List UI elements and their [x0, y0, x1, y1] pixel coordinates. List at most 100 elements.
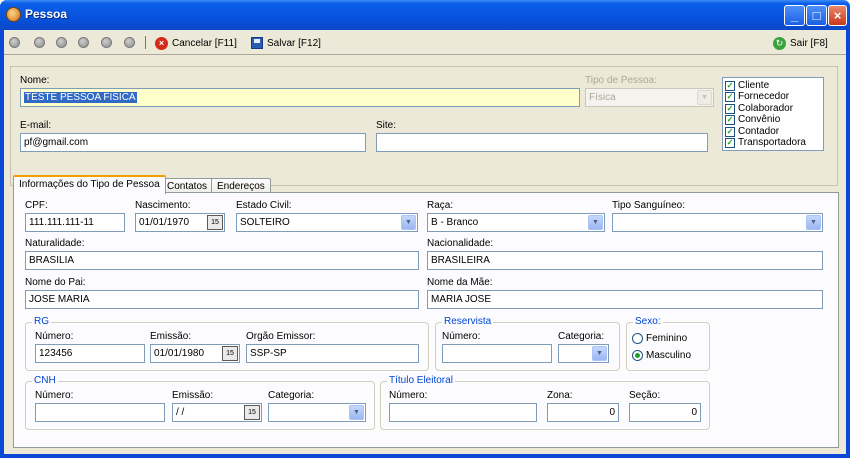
tipo-sanguineo-select[interactable]: ▼ [612, 213, 823, 232]
sexo-masculino-label: Masculino [646, 350, 692, 361]
estado-civil-select[interactable]: SOLTEIRO ▼ [236, 213, 418, 232]
chevron-down-icon: ▼ [401, 215, 416, 230]
role-label: Contador [738, 125, 780, 137]
calendar-icon[interactable]: 15 [222, 346, 238, 361]
exit-label: Sair [F8] [790, 37, 828, 49]
site-label: Site: [376, 120, 397, 131]
cpf-label: CPF: [25, 200, 48, 211]
prev-record-icon[interactable] [56, 37, 67, 48]
cnh-categoria-select[interactable]: ▼ [268, 403, 366, 422]
site-input[interactable] [376, 133, 708, 152]
first-record-icon[interactable] [9, 37, 20, 48]
checkbox-checked-icon[interactable]: ✓ [725, 80, 735, 91]
calendar-icon[interactable]: 15 [244, 405, 260, 420]
role-cliente[interactable]: ✓ Cliente [725, 80, 821, 92]
chevron-down-icon: ▼ [592, 346, 607, 361]
estado-civil-value: SOLTEIRO [240, 217, 290, 228]
sexo-masculino-radio[interactable]: Masculino [632, 350, 691, 361]
cnh-emissao-value: / / [176, 407, 185, 418]
reservista-numero-label: Número: [442, 331, 481, 342]
nome-mae-label: Nome da Mãe: [427, 277, 493, 288]
exit-button[interactable]: ↻ Sair [F8] [773, 35, 828, 51]
rg-emissao-value: 01/01/1980 [154, 348, 205, 359]
last-record-icon[interactable] [124, 37, 135, 48]
close-button[interactable]: × [828, 5, 847, 26]
tab-informacoes[interactable]: Informações do Tipo de Pessoa [13, 175, 166, 194]
estado-civil-label: Estado Civil: [236, 200, 292, 211]
client-area: × Cancelar [F11] Salvar [F12] ↻ Sair [F8… [4, 30, 846, 454]
rg-numero-input[interactable]: 123456 [35, 344, 145, 363]
raca-select[interactable]: B - Branco ▼ [427, 213, 605, 232]
role-convenio[interactable]: ✓ Convênio [725, 115, 821, 127]
cnh-categoria-label: Categoria: [268, 390, 315, 401]
titulo-secao-input[interactable]: 0 [629, 403, 701, 422]
cnh-title: CNH [32, 375, 58, 386]
tipo-pessoa-value: Física [589, 92, 616, 103]
reservista-categoria-select[interactable]: ▼ [558, 344, 609, 363]
prev-page-icon[interactable] [34, 37, 45, 48]
rg-orgao-label: Orgão Emissor: [246, 331, 316, 342]
radio-on-icon[interactable] [632, 350, 643, 361]
chevron-down-icon: ▼ [806, 215, 821, 230]
title-bar[interactable]: Pessoa _ □ × [0, 0, 850, 30]
nome-pai-label: Nome do Pai: [25, 277, 86, 288]
next-page-icon[interactable] [101, 37, 112, 48]
naturalidade-input[interactable]: BRASILIA [25, 251, 419, 270]
nome-mae-input[interactable]: MARIA JOSE [427, 290, 823, 309]
role-transportadora[interactable]: ✓ Transportadora [725, 138, 821, 150]
exit-icon: ↻ [773, 36, 786, 50]
maximize-button[interactable]: □ [806, 5, 827, 26]
titulo-eleitoral-title: Título Eleitoral [387, 375, 455, 386]
raca-value: B - Branco [431, 217, 479, 228]
role-label: Convênio [738, 114, 781, 126]
checkbox-checked-icon[interactable]: ✓ [725, 126, 735, 137]
cnh-numero-label: Número: [35, 390, 74, 401]
tipo-pessoa-select[interactable]: Física ▼ [585, 88, 714, 107]
checkbox-checked-icon[interactable]: ✓ [725, 138, 735, 149]
nascimento-input[interactable]: 01/01/1970 15 [135, 213, 225, 232]
cancel-button[interactable]: × Cancelar [F11] [155, 35, 237, 51]
cnh-emissao-label: Emissão: [172, 390, 214, 401]
app-icon [6, 7, 21, 22]
nome-label: Nome: [20, 75, 50, 86]
role-contador[interactable]: ✓ Contador [725, 126, 821, 138]
cnh-emissao-input[interactable]: / / 15 [172, 403, 262, 422]
email-input[interactable]: pf@gmail.com [20, 133, 366, 152]
email-label: E-mail: [20, 120, 52, 131]
nome-pai-input[interactable]: JOSE MARIA [25, 290, 419, 309]
role-label: Fornecedor [738, 91, 790, 103]
toolbar: × Cancelar [F11] Salvar [F12] ↻ Sair [F8… [4, 30, 846, 54]
save-button[interactable]: Salvar [F12] [251, 35, 321, 51]
rg-emissao-input[interactable]: 01/01/1980 15 [150, 344, 240, 363]
rg-numero-label: Número: [35, 331, 74, 342]
naturalidade-label: Naturalidade: [25, 238, 85, 249]
cancel-label: Cancelar [F11] [172, 37, 237, 49]
role-label: Transportadora [738, 137, 806, 149]
titulo-zona-input[interactable]: 0 [547, 403, 619, 422]
reservista-categoria-label: Categoria: [558, 331, 605, 342]
checkbox-checked-icon[interactable]: ✓ [725, 115, 735, 126]
toolbar-separator [145, 36, 146, 49]
nome-input[interactable]: TESTE PESSOA FISICA [20, 88, 580, 107]
nacionalidade-input[interactable]: BRASILEIRA [427, 251, 823, 270]
calendar-icon[interactable]: 15 [207, 215, 223, 230]
checkbox-checked-icon[interactable]: ✓ [725, 103, 735, 114]
sexo-feminino-radio[interactable]: Feminino [632, 333, 687, 344]
sexo-title: Sexo: [633, 316, 663, 327]
cnh-numero-input[interactable] [35, 403, 165, 422]
role-colaborador[interactable]: ✓ Colaborador [725, 103, 821, 115]
radio-off-icon[interactable] [632, 333, 643, 344]
minimize-button[interactable]: _ [784, 5, 805, 26]
chevron-down-icon: ▼ [697, 90, 712, 105]
role-fornecedor[interactable]: ✓ Fornecedor [725, 92, 821, 104]
rg-orgao-input[interactable]: SSP-SP [246, 344, 419, 363]
cpf-input[interactable]: 111.111.111-11 [25, 213, 125, 232]
titulo-numero-input[interactable] [389, 403, 537, 422]
chevron-down-icon: ▼ [588, 215, 603, 230]
roles-checklist: ✓ Cliente ✓ Fornecedor ✓ Colaborador ✓ Convê… [722, 77, 824, 151]
rg-emissao-label: Emissão: [150, 331, 192, 342]
next-record-icon[interactable] [78, 37, 89, 48]
window-title: Pessoa [25, 7, 68, 21]
checkbox-checked-icon[interactable]: ✓ [725, 92, 735, 103]
reservista-numero-input[interactable] [442, 344, 552, 363]
